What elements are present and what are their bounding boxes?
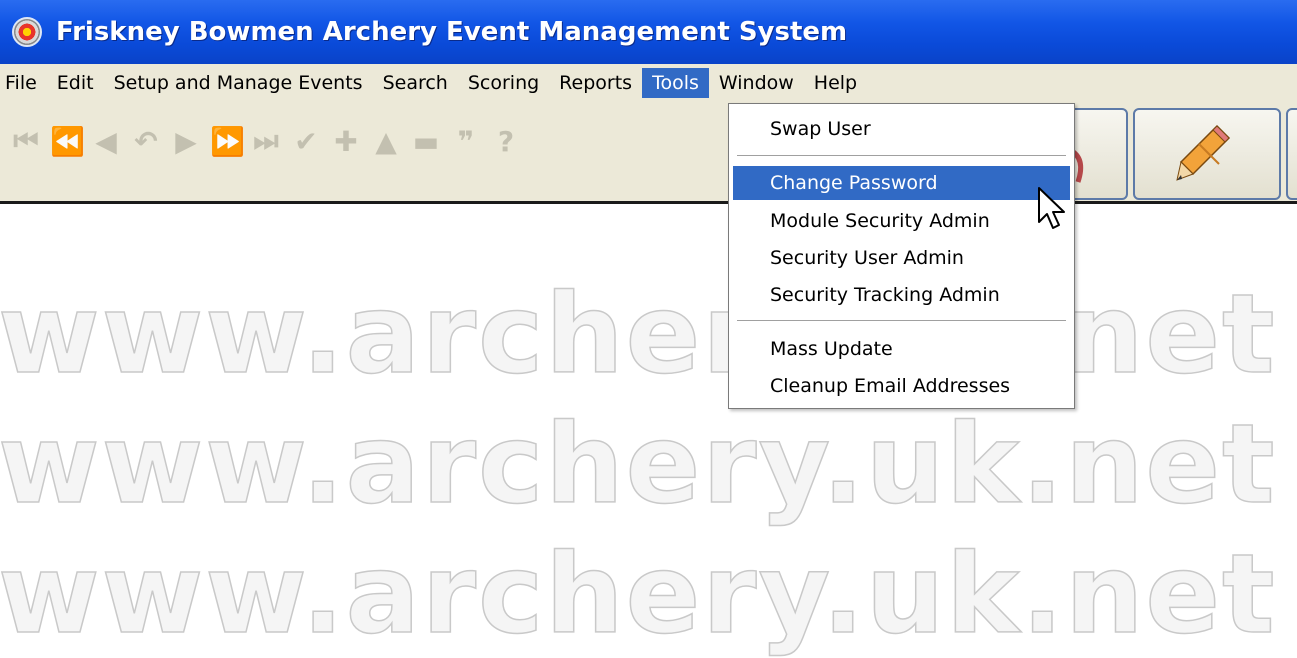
menu-search[interactable]: Search bbox=[373, 68, 458, 98]
tools-dropdown-menu: Swap User Change Password Module Securit… bbox=[728, 103, 1075, 409]
menuitem-module-security-admin[interactable]: Module Security Admin bbox=[733, 204, 1070, 238]
menu-file[interactable]: File bbox=[0, 68, 47, 98]
menuitem-change-password[interactable]: Change Password bbox=[733, 166, 1070, 200]
mouse-pointer-icon bbox=[1038, 187, 1065, 229]
watermark-line: www.archery.uk.net www.arch bbox=[0, 529, 1297, 658]
help-icon[interactable]: ? bbox=[490, 125, 522, 158]
up-icon[interactable]: ▲ bbox=[370, 125, 402, 158]
next-icon[interactable]: ▶ bbox=[170, 125, 202, 158]
menuitem-swap-user[interactable]: Swap User bbox=[733, 112, 1070, 146]
window-title: Friskney Bowmen Archery Event Management… bbox=[56, 17, 848, 47]
menuitem-security-user-admin[interactable]: Security User Admin bbox=[733, 241, 1070, 275]
add-icon[interactable]: ✚ bbox=[330, 125, 362, 158]
menu-window[interactable]: Window bbox=[709, 68, 804, 98]
watermark-line: www.archery.uk.net www.arch bbox=[0, 399, 1297, 529]
menu-scoring[interactable]: Scoring bbox=[458, 68, 549, 98]
title-bar[interactable]: Friskney Bowmen Archery Event Management… bbox=[0, 0, 1297, 64]
menu-edit[interactable]: Edit bbox=[47, 68, 104, 98]
fast-forward-icon[interactable]: ⏩ bbox=[210, 125, 245, 158]
record-navigation: ⏮ ⏪ ◀ ↶ ▶ ⏩ ⏭ ✔ ✚ ▲ ▬ ❞ ? bbox=[10, 124, 522, 158]
menu-separator bbox=[737, 155, 1066, 157]
edit-toolbar-button[interactable] bbox=[1133, 108, 1281, 200]
menuitem-security-tracking-admin[interactable]: Security Tracking Admin bbox=[733, 278, 1070, 312]
quote-icon[interactable]: ❞ bbox=[450, 125, 482, 158]
pencil-icon bbox=[1176, 124, 1231, 181]
watermark-line: www.archery.uk.net www.arch bbox=[0, 269, 1297, 399]
menuitem-cleanup-email-addresses[interactable]: Cleanup Email Addresses bbox=[733, 369, 1070, 403]
menu-reports[interactable]: Reports bbox=[549, 68, 642, 98]
first-record-icon[interactable]: ⏮ bbox=[10, 124, 42, 158]
menu-setup-and-manage-events[interactable]: Setup and Manage Events bbox=[104, 68, 373, 98]
save-check-icon[interactable]: ✔ bbox=[290, 125, 322, 158]
delete-icon[interactable]: ▬ bbox=[410, 125, 442, 158]
menu-tools[interactable]: Tools bbox=[642, 68, 709, 98]
app-target-icon bbox=[12, 17, 42, 47]
rewind-icon[interactable]: ⏪ bbox=[50, 125, 85, 158]
menu-separator bbox=[737, 320, 1066, 322]
extra-toolbar-button[interactable] bbox=[1286, 108, 1297, 200]
previous-icon[interactable]: ◀ bbox=[90, 125, 122, 158]
undo-icon[interactable]: ↶ bbox=[130, 125, 162, 158]
menu-help[interactable]: Help bbox=[804, 68, 867, 98]
last-record-icon[interactable]: ⏭ bbox=[250, 124, 282, 158]
menu-bar: File Edit Setup and Manage Events Search… bbox=[0, 64, 1297, 102]
menuitem-mass-update[interactable]: Mass Update bbox=[733, 332, 1070, 366]
